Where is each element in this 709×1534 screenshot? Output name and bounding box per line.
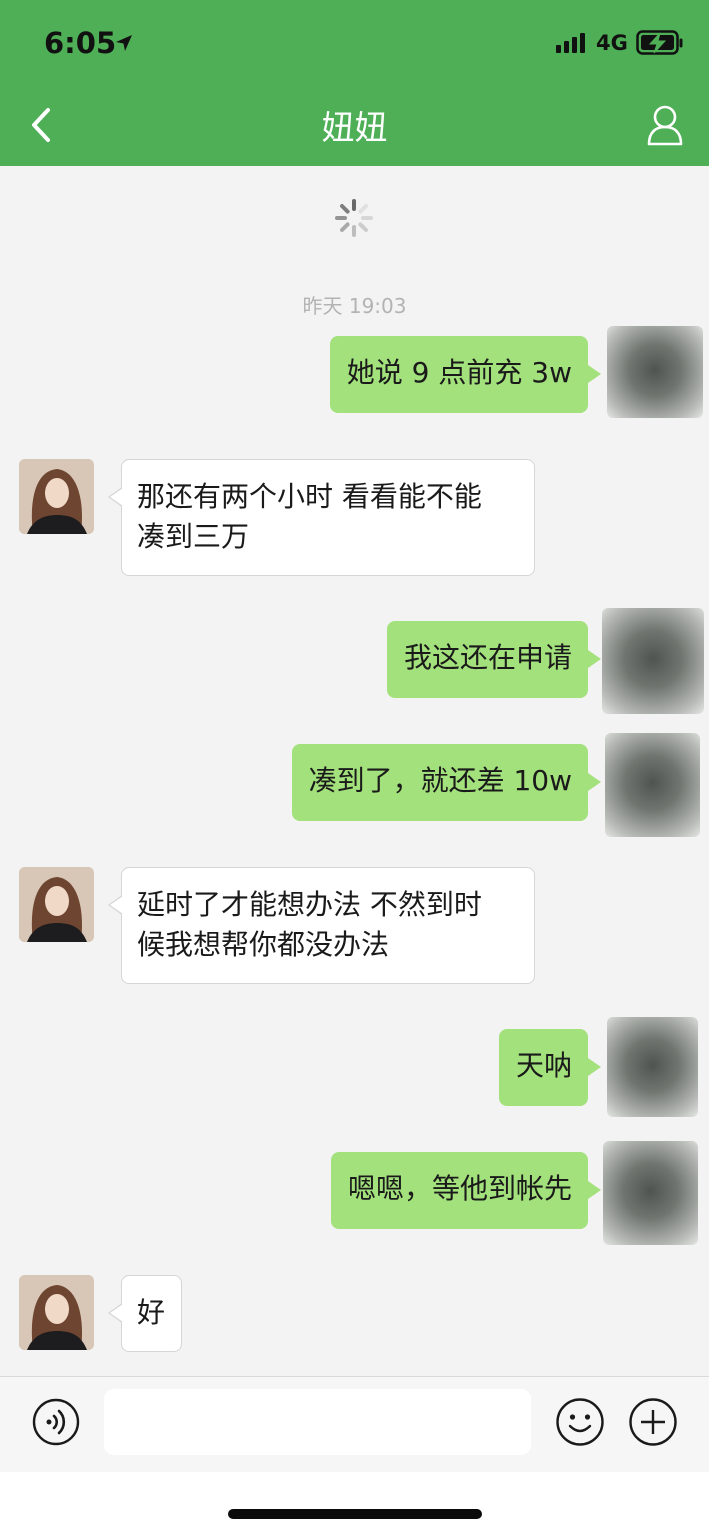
message-timestamp: 昨天 19:03 bbox=[302, 294, 407, 318]
my-avatar[interactable] bbox=[603, 1141, 698, 1245]
battery-charging-icon bbox=[636, 30, 683, 55]
plus-icon bbox=[629, 1398, 677, 1446]
signal-icon bbox=[556, 33, 585, 53]
contact-avatar-image bbox=[19, 459, 94, 534]
sent-message[interactable]: 她说 9 点前充 3w bbox=[329, 336, 602, 413]
received-message[interactable]: 那还有两个小时 看看能不能 凑到三万 bbox=[108, 459, 535, 576]
network-label: 4G bbox=[596, 31, 628, 55]
profile-button[interactable] bbox=[640, 100, 690, 150]
emoji-icon bbox=[556, 1398, 604, 1446]
spinner-icon bbox=[335, 199, 373, 237]
voice-icon bbox=[32, 1398, 80, 1446]
contact-avatar-image bbox=[19, 1275, 94, 1350]
contact-avatar[interactable] bbox=[19, 459, 94, 534]
contact-avatar[interactable] bbox=[19, 1275, 94, 1350]
my-avatar[interactable] bbox=[605, 733, 700, 837]
received-message[interactable]: 延时了才能想办法 不然到时 候我想帮你都没办法 bbox=[108, 867, 535, 984]
home-indicator[interactable] bbox=[228, 1509, 482, 1519]
sent-message[interactable]: 我这还在申请 bbox=[386, 621, 602, 698]
my-avatar[interactable] bbox=[602, 608, 704, 714]
message-input[interactable] bbox=[104, 1389, 531, 1455]
status-time: 6:05 bbox=[44, 26, 117, 60]
received-message[interactable]: 好 bbox=[107, 1275, 183, 1352]
my-avatar[interactable] bbox=[607, 326, 703, 418]
person-icon bbox=[647, 105, 683, 146]
emoji-button[interactable] bbox=[555, 1397, 605, 1447]
voice-button[interactable] bbox=[32, 1398, 80, 1446]
sent-message[interactable]: 天呐 bbox=[498, 1029, 602, 1106]
sent-message[interactable]: 嗯嗯，等他到帐先 bbox=[330, 1152, 602, 1229]
more-button[interactable] bbox=[628, 1397, 678, 1447]
my-avatar[interactable] bbox=[607, 1017, 698, 1117]
contact-avatar[interactable] bbox=[19, 867, 94, 942]
sent-message[interactable]: 凑到了，就还差 10w bbox=[291, 744, 602, 821]
chat-title: 妞妞 bbox=[321, 108, 388, 147]
home-area bbox=[0, 1472, 709, 1534]
location-arrow-icon bbox=[116, 35, 132, 51]
contact-avatar-image bbox=[19, 867, 94, 942]
